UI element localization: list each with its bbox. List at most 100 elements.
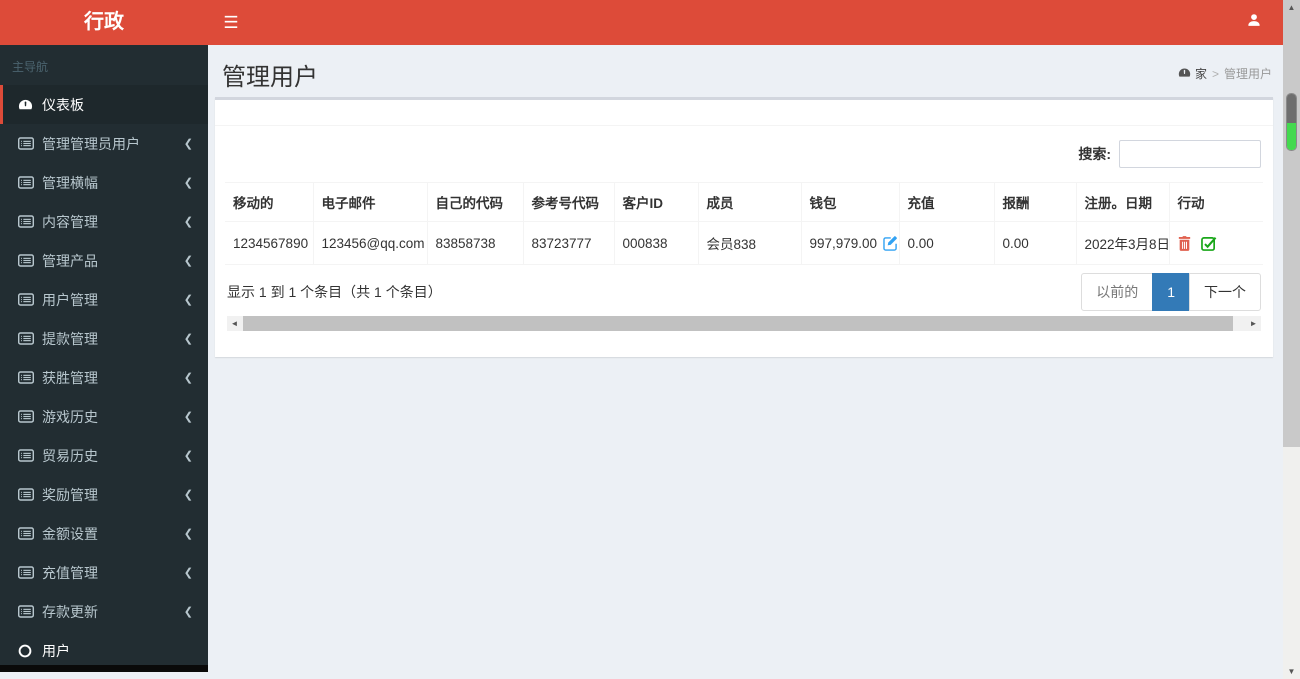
col-mobile[interactable]: 移动的: [225, 182, 313, 222]
cell-member: 会员838: [697, 221, 801, 265]
col-reg-date[interactable]: 注册。日期: [1075, 182, 1169, 222]
pagination-previous-button[interactable]: 以前的: [1081, 273, 1154, 311]
sidebar-item-amount-settings[interactable]: 金额设置 ❮: [0, 514, 208, 553]
vertical-scrollbar[interactable]: ▲ ▼: [1283, 0, 1300, 679]
sidebar-item-products[interactable]: 管理产品 ❮: [0, 241, 208, 280]
sidebar-item-label: 贸易历史: [42, 447, 98, 464]
top-navbar: 行政 ☰: [0, 0, 1300, 45]
cell-reward: 0.00: [993, 221, 1076, 265]
cell-email: 123456@qq.com: [312, 221, 427, 265]
sidebar-item-label: 奖励管理: [42, 486, 98, 503]
search-row: 搜索:: [225, 140, 1261, 168]
pagination-page-1-button[interactable]: 1: [1152, 273, 1190, 311]
user-menu-button[interactable]: [1234, 0, 1274, 45]
chevron-left-icon: ❮: [183, 255, 193, 267]
vertical-scrollbar-thumb[interactable]: [1286, 93, 1297, 151]
chevron-left-icon: ❮: [183, 372, 193, 384]
search-input[interactable]: [1119, 140, 1261, 168]
sidebar-item-label: 充值管理: [42, 564, 98, 581]
cell-mobile: 1234567890: [225, 221, 313, 265]
vertical-scrollbar-track-lower[interactable]: [1283, 447, 1300, 679]
sidebar-item-admin-users[interactable]: 管理管理员用户 ❮: [0, 124, 208, 163]
chevron-left-icon: ❮: [183, 489, 193, 501]
chevron-left-icon: ❮: [183, 216, 193, 228]
sidebar-item-label: 用户管理: [42, 291, 98, 308]
list-alt-icon: [18, 137, 42, 150]
list-alt-icon: [18, 293, 42, 306]
sidebar-item-label: 管理产品: [42, 252, 98, 269]
hamburger-icon: ☰: [223, 12, 239, 32]
horizontal-scrollbar-thumb[interactable]: [243, 316, 1233, 331]
list-alt-icon: [18, 410, 42, 423]
sidebar-item-label: 管理横幅: [42, 174, 98, 191]
table-footer: 显示 1 到 1 个条目（共 1 个条目） 以前的 1 下一个: [227, 273, 1261, 311]
app-logo[interactable]: 行政: [0, 0, 208, 45]
cell-recharge: 0.00: [898, 221, 994, 265]
sidebar-item-label: 游戏历史: [42, 408, 98, 425]
list-alt-icon: [18, 332, 42, 345]
sidebar-item-dashboard[interactable]: 仪表板: [0, 85, 208, 124]
sidebar-item-user-mgmt[interactable]: 用户管理 ❮: [0, 280, 208, 319]
col-wallet[interactable]: 钱包: [800, 182, 899, 222]
sidebar-item-content-mgmt[interactable]: 内容管理 ❮: [0, 202, 208, 241]
sidebar-item-withdrawal-mgmt[interactable]: 提款管理 ❮: [0, 319, 208, 358]
sidebar-item-label: 提款管理: [42, 330, 98, 347]
sidebar-item-label: 金额设置: [42, 525, 98, 542]
col-client-id[interactable]: 客户ID: [613, 182, 698, 222]
table-row: 1234567890 123456@qq.com 83858738 837237…: [225, 221, 1263, 265]
col-recharge[interactable]: 充值: [898, 182, 994, 222]
edit-icon[interactable]: [883, 235, 898, 251]
breadcrumb-home-link[interactable]: 家: [1178, 65, 1207, 82]
col-own-code[interactable]: 自己的代码: [426, 182, 523, 222]
sidebar-item-label: 存款更新: [42, 603, 98, 620]
sidebar-item-banners[interactable]: 管理横幅 ❮: [0, 163, 208, 202]
list-alt-icon: [18, 488, 42, 501]
list-alt-icon: [18, 176, 42, 189]
user-icon: [1246, 12, 1262, 33]
pagination-next-button[interactable]: 下一个: [1189, 273, 1261, 311]
trash-icon[interactable]: [1178, 235, 1191, 251]
sidebar-toggle-button[interactable]: ☰: [208, 0, 254, 45]
vertical-scrollbar-track[interactable]: [1283, 0, 1300, 447]
sidebar-item-label: 内容管理: [42, 213, 98, 230]
scrollbar-thumb-gray: [1287, 94, 1296, 124]
scroll-up-arrow-icon[interactable]: ▲: [1283, 0, 1300, 15]
sidebar-item-trade-history[interactable]: 贸易历史 ❮: [0, 436, 208, 475]
scrollbar-thumb-green: [1287, 123, 1296, 150]
sidebar-item-label: 管理管理员用户: [42, 135, 140, 152]
sidebar-item-reward-mgmt[interactable]: 奖励管理 ❮: [0, 475, 208, 514]
sidebar-section-label: 主导航: [12, 60, 49, 74]
col-reward[interactable]: 报酬: [993, 182, 1076, 222]
users-box: 搜索: 移动的 电子邮件 自己的代码 参考号代码 客户ID 成员 钱包 充值 报…: [215, 97, 1273, 357]
col-ref-code[interactable]: 参考号代码: [522, 182, 614, 222]
list-alt-icon: [18, 449, 42, 462]
sidebar-item-deposit-update[interactable]: 存款更新 ❮: [0, 592, 208, 631]
sidebar-bottom-strip: [0, 665, 208, 672]
breadcrumb-home-label: 家: [1194, 67, 1207, 81]
col-email[interactable]: 电子邮件: [312, 182, 427, 222]
main-content: 管理用户 家 > 管理用户 搜索: 移动的 电子邮件 自己的代码 参考号代码 客…: [208, 45, 1300, 679]
sidebar-item-recharge-mgmt[interactable]: 充值管理 ❮: [0, 553, 208, 592]
box-body: 搜索: 移动的 电子邮件 自己的代码 参考号代码 客户ID 成员 钱包 充值 报…: [215, 126, 1273, 331]
sidebar-item-label: 仪表板: [42, 96, 84, 113]
cell-ref-code: 83723777: [522, 221, 614, 265]
list-alt-icon: [18, 605, 42, 618]
content-header: 管理用户 家 > 管理用户: [208, 45, 1300, 97]
scroll-left-arrow-icon[interactable]: ◄: [227, 316, 242, 331]
check-square-icon[interactable]: [1200, 236, 1217, 251]
sidebar-item-game-history[interactable]: 游戏历史 ❮: [0, 397, 208, 436]
col-action[interactable]: 行动: [1168, 182, 1263, 222]
list-alt-icon: [18, 254, 42, 267]
chevron-left-icon: ❮: [183, 138, 193, 150]
page-title: 管理用户: [222, 64, 318, 91]
sidebar: 主导航 仪表板 管理管理员用户 ❮ 管理横幅 ❮ 内容管理 ❮ 管理产品 ❮ 用…: [0, 45, 208, 672]
col-member[interactable]: 成员: [697, 182, 801, 222]
scroll-down-arrow-icon[interactable]: ▼: [1283, 664, 1300, 679]
list-alt-icon: [18, 215, 42, 228]
horizontal-scrollbar[interactable]: ◄ ►: [227, 316, 1261, 331]
scroll-right-arrow-icon[interactable]: ►: [1246, 316, 1261, 331]
breadcrumb-separator: >: [1211, 66, 1219, 81]
sidebar-item-winning-mgmt[interactable]: 获胜管理 ❮: [0, 358, 208, 397]
chevron-left-icon: ❮: [183, 333, 193, 345]
sidebar-item-label: 获胜管理: [42, 369, 98, 386]
